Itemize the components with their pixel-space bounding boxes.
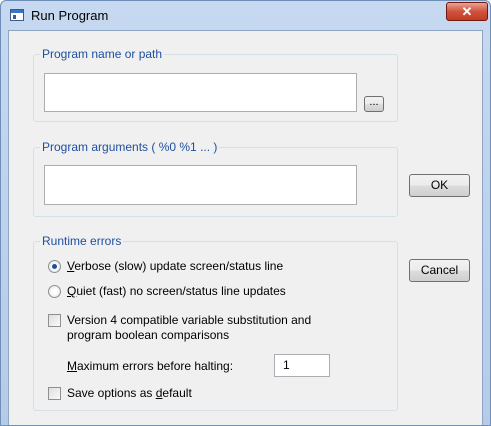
max-errors-label: Maximum errors before halting: [67,359,233,373]
ok-button[interactable]: OK [409,174,470,197]
cancel-button[interactable]: Cancel [409,259,470,282]
dialog-client-area: Program name or path ... Program argumen… [8,30,483,425]
title-bar[interactable]: Run Program ✕ [1,1,490,31]
program-args-input[interactable] [44,165,357,205]
runtime-errors-group: Runtime errors Verbose (slow) update scr… [33,234,398,411]
v4-compat-label-line1[interactable]: Version 4 compatible variable substituti… [67,313,311,327]
max-errors-label-text: aximum errors before halting: [77,359,234,373]
program-name-input[interactable] [44,73,357,112]
save-default-label[interactable]: Save options as default [67,386,192,400]
v4-compat-label-line2[interactable]: program boolean comparisons [67,328,229,342]
browse-button[interactable]: ... [364,96,384,112]
browse-button-label: ... [369,96,379,108]
program-name-legend: Program name or path [40,47,165,61]
verbose-radio-label[interactable]: Verbose (slow) update screen/status line [67,259,283,273]
max-errors-value: 1 [283,358,290,372]
v4-compat-checkbox[interactable] [48,314,61,327]
program-window-icon [10,9,24,21]
save-default-checkbox[interactable] [48,387,61,400]
close-button[interactable]: ✕ [446,2,488,21]
quiet-label-text: uiet (fast) no screen/status line update… [76,284,286,298]
cancel-button-label: Cancel [420,263,459,277]
quiet-radio-label[interactable]: Quiet (fast) no screen/status line updat… [67,284,286,298]
program-args-legend: Program arguments ( %0 %1 ... ) [40,140,220,154]
verbose-label-text: erbose (slow) update screen/status line [74,259,284,273]
quiet-accel-key: Q [67,284,77,298]
verbose-radio[interactable] [48,260,61,273]
run-program-window: Run Program ✕ Program name or path ... P… [0,0,491,426]
program-args-group: Program arguments ( %0 %1 ... ) [33,140,398,217]
verbose-radio-dot [52,264,57,269]
max-errors-input[interactable]: 1 [274,354,330,377]
window-title: Run Program [31,8,109,23]
quiet-radio[interactable] [48,285,61,298]
save-default-label-pre: Save options as [67,386,156,400]
max-errors-accel-key: M [67,359,77,373]
close-icon: ✕ [461,4,473,19]
program-name-group: Program name or path ... [33,47,398,122]
runtime-errors-legend: Runtime errors [40,234,124,248]
ok-button-label: OK [430,178,449,192]
save-default-label-post: efault [162,386,192,400]
